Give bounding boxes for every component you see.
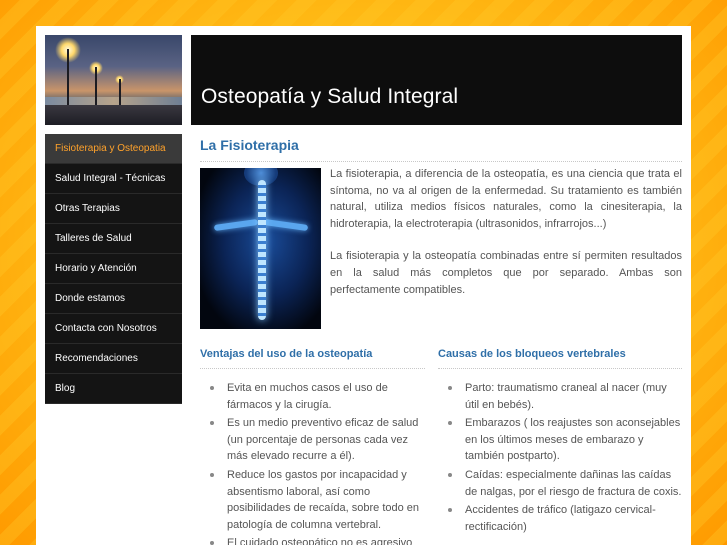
list-item: Caídas: especialmente dañinas las caídas…: [438, 467, 682, 500]
list-item: Parto: traumatismo craneal al nacer (muy…: [438, 380, 682, 413]
nav-item-fisioterapia-osteopatia[interactable]: Fisioterapia y Osteopatia: [45, 134, 182, 164]
nav-item-horario-atencion[interactable]: Horario y Atención: [45, 254, 182, 284]
nav-item-salud-integral[interactable]: Salud Integral - Técnicas: [45, 164, 182, 194]
list-item: Reduce los gastos por incapacidad y abse…: [200, 467, 425, 533]
intro-paragraph: La fisioterapia, a diferencia de la oste…: [330, 168, 682, 230]
nav-item-blog[interactable]: Blog: [45, 374, 182, 404]
causes-title: Causas de los bloqueos vertebrales: [438, 348, 682, 369]
nav-item-talleres-salud[interactable]: Talleres de Salud: [45, 224, 182, 254]
intro-section: La fisioterapia, a diferencia de la oste…: [200, 166, 682, 331]
list-item: Es un medio preventivo eficaz de salud (…: [200, 415, 425, 465]
list-item: Evita en muchos casos el uso de fármacos…: [200, 380, 425, 413]
nav-item-recomendaciones[interactable]: Recomendaciones: [45, 344, 182, 374]
page-container: Osteopatía y Salud Integral Fisioterapia…: [36, 26, 691, 545]
intro-text: La fisioterapia, a diferencia de la oste…: [330, 166, 682, 298]
causes-column: Causas de los bloqueos vertebrales Parto…: [438, 348, 682, 537]
causes-list: Parto: traumatismo craneal al nacer (muy…: [438, 380, 682, 535]
nav-item-otras-terapias[interactable]: Otras Terapias: [45, 194, 182, 224]
advantages-column: Ventajas del uso de la osteopatía Evita …: [200, 348, 425, 545]
page-title: La Fisioterapia: [200, 134, 682, 162]
intro-paragraph: La fisioterapia y la osteopatía combinad…: [330, 250, 682, 296]
list-item: Accidentes de tráfico (latigazo cervical…: [438, 502, 682, 535]
list-item: Embarazos ( los reajustes son aconsejabl…: [438, 415, 682, 465]
nav-item-donde-estamos[interactable]: Donde estamos: [45, 284, 182, 314]
header-photo: [45, 35, 182, 125]
main-content: La Fisioterapia La fisioterapia, a difer…: [200, 134, 682, 545]
advantages-title: Ventajas del uso de la osteopatía: [200, 348, 425, 369]
header-banner: Osteopatía y Salud Integral: [191, 35, 682, 125]
list-item: El cuidado osteopático no es agresivo: [200, 535, 425, 545]
advantages-list: Evita en muchos casos el uso de fármacos…: [200, 380, 425, 545]
nav-item-contacta[interactable]: Contacta con Nosotros: [45, 314, 182, 344]
site-title[interactable]: Osteopatía y Salud Integral: [201, 85, 458, 109]
spine-illustration: [200, 168, 321, 329]
sidebar-nav: Fisioterapia y Osteopatia Salud Integral…: [45, 134, 182, 404]
